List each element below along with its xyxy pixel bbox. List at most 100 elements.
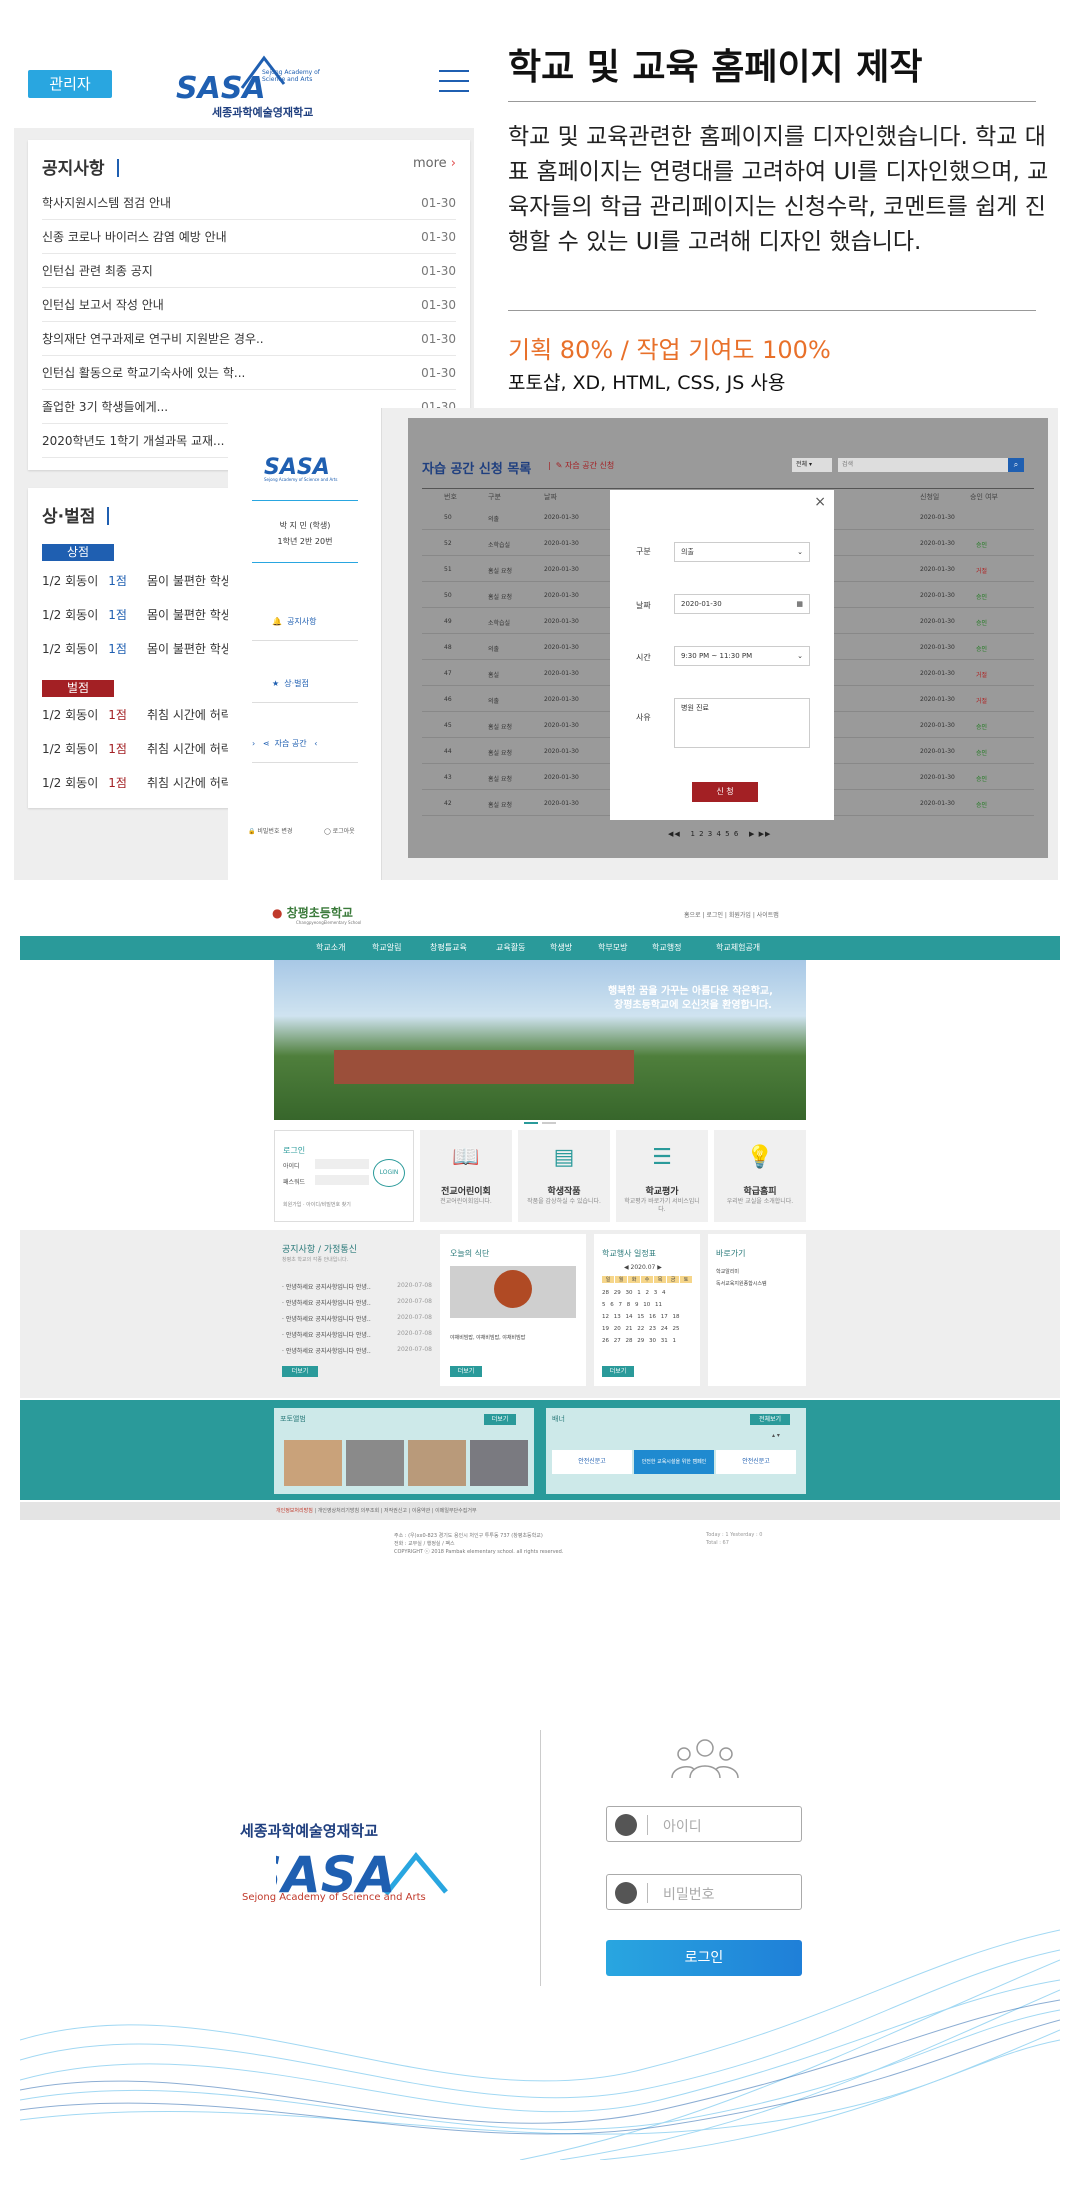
sidebar-item-notice[interactable]: 🔔 공지사항 <box>272 616 317 627</box>
gnb-item[interactable]: 학교행정 <box>652 942 681 953</box>
notice-more-link[interactable]: more › <box>413 156 456 171</box>
apply-study-room-link[interactable]: | ✎ 자습 공간 신청 <box>548 460 614 471</box>
search-input[interactable]: 검색 <box>838 458 1008 472</box>
site-notice-row[interactable]: · 안녕하세요 공지사항입니다 안녕.. 2020-07-08 <box>282 1314 432 1323</box>
shortcut-card: 바로가기 학교알리미 독서교육지원종합시스템 <box>708 1234 806 1386</box>
notice-row[interactable]: 창의재단 연구과제로 연구비 지원받은 경우.. 01-30 <box>42 322 456 356</box>
banner-item[interactable]: 안전신문고 <box>716 1450 796 1474</box>
photo-thumbnail[interactable] <box>470 1440 528 1486</box>
banner-arrows-icon[interactable]: ▴ ▾ <box>772 1432 780 1439</box>
banner-item[interactable]: 안전신문고 <box>552 1450 632 1474</box>
login-button[interactable]: LOGIN <box>373 1159 405 1187</box>
cell-no: 42 <box>444 800 452 807</box>
site-notice-row[interactable]: · 안녕하세요 공지사항입니다 안녕.. 2020-07-08 <box>282 1282 432 1291</box>
col-header-date: 날짜 <box>544 493 557 501</box>
photo-thumbnail[interactable] <box>346 1440 404 1486</box>
modal-reason-textarea[interactable]: 병원 진료 <box>674 698 810 748</box>
quick-menu-item[interactable]: ☰ 학교평가 학교평가 바로가기 서비스입니다. <box>616 1130 708 1222</box>
modal-time-select[interactable]: 9:30 PM ~ 11:30 PM ⌄ <box>674 646 810 666</box>
admin-button[interactable]: 관리자 <box>28 70 112 98</box>
calendar-week[interactable]: 12 13 14 15 16 17 18 <box>602 1314 694 1320</box>
photo-thumbnail[interactable] <box>408 1440 466 1486</box>
notice-row[interactable]: 학사지원시스템 점검 안내 01-30 <box>42 186 456 220</box>
modal-date-label: 날짜 <box>636 601 651 610</box>
point-row[interactable]: 1/2 회동이 1점 몸이 불편한 학생 <box>42 598 232 632</box>
meal-more-button[interactable]: 더보기 <box>450 1366 482 1377</box>
point-row[interactable]: 1/2 회동이 1점 몸이 불편한 학생 <box>42 632 232 666</box>
hamburger-menu-icon[interactable] <box>439 70 469 96</box>
photo-more-button[interactable]: 더보기 <box>484 1414 516 1425</box>
point-row[interactable]: 1/2 회동이 1점 취침 시간에 허락 <box>42 698 232 732</box>
shortcut-item[interactable]: 독서교육지원종합시스템 <box>716 1280 767 1287</box>
sasa-logo-en-2: Science and Arts <box>262 76 312 83</box>
quick-menu-item[interactable]: 💡 학급홈피 우리반 교실을 소개합니다. <box>714 1130 806 1222</box>
shortcut-item[interactable]: 학교알리미 <box>716 1268 739 1275</box>
notice-row[interactable]: 인턴십 활동으로 학교기숙사에 있는 학... 01-30 <box>42 356 456 390</box>
footer-links[interactable]: 개인정보처리방침 | 개인영상처리기방침 의무조회 | 저작권신고 | 이용약관… <box>276 1507 477 1514</box>
quick-menu-item[interactable]: 📖 전교어린이회 전교어린이회입니다. <box>420 1130 512 1222</box>
school-logo[interactable]: ● 창평초등학교 <box>272 904 353 921</box>
cell-status: 거절 <box>976 698 988 705</box>
point-period: 1/2 회동이 <box>42 608 99 622</box>
share-icon: ⋖ <box>262 739 270 748</box>
filter-select[interactable]: 전체 ▾ <box>792 458 832 472</box>
login-id-input[interactable] <box>315 1159 369 1169</box>
site-notice-row[interactable]: · 안녕하세요 공지사항입니다 안녕.. 2020-07-08 <box>282 1330 432 1339</box>
cell-applied: 2020-01-30 <box>920 722 955 729</box>
login-pw-input[interactable] <box>315 1175 369 1185</box>
point-score: 1점 <box>108 608 127 622</box>
point-row[interactable]: 1/2 회동이 1점 몸이 불편한 학생 <box>42 564 232 598</box>
site-notice-row[interactable]: · 안녕하세요 공지사항입니다 안녕.. 2020-07-08 <box>282 1298 432 1307</box>
gnb-item[interactable]: 학교체험공개 <box>716 942 760 953</box>
calendar-week[interactable]: 26 27 28 29 30 31 1 <box>602 1338 694 1344</box>
login-submit-button[interactable]: 로그인 <box>606 1940 802 1976</box>
notice-row[interactable]: 신종 코로나 바이러스 감염 예방 안내 01-30 <box>42 220 456 254</box>
gnb-item[interactable]: 창평틀교육 <box>430 942 467 953</box>
logout-link[interactable]: ◯ 로그아웃 <box>324 826 355 835</box>
calendar-week[interactable]: 5 6 7 8 9 10 11 <box>602 1302 694 1308</box>
calendar-weekday: 금 <box>667 1276 679 1283</box>
login-links[interactable]: 회원가입 · 아이디/비밀번호 찾기 <box>283 1201 351 1208</box>
login-school-name-en: Sejong Academy of Science and Arts <box>242 1892 426 1903</box>
calendar-week[interactable]: 28 29 30 1 2 3 4 <box>602 1290 694 1296</box>
login-id-field[interactable]: 아이디 <box>606 1806 802 1842</box>
site-notice-row[interactable]: · 안녕하세요 공지사항입니다 안녕.. 2020-07-08 <box>282 1346 432 1355</box>
sidebar-item-study-room[interactable]: › ⋖ 자습 공간 ‹ <box>252 738 317 749</box>
visit-total: Total : 67 <box>706 1540 729 1546</box>
point-score: 1점 <box>108 642 127 656</box>
login-password-field[interactable]: 비밀번호 <box>606 1874 802 1910</box>
gnb-item[interactable]: 학부모방 <box>598 942 627 953</box>
quick-menu-item[interactable]: ▤ 학생작품 작품을 감상하실 수 있습니다. <box>518 1130 610 1222</box>
slider-indicator[interactable] <box>542 1122 556 1124</box>
notice-row[interactable]: 인턴십 관련 최종 공지 01-30 <box>42 254 456 288</box>
sidebar-logo-sub: Sejong Academy of Science and Arts <box>264 477 338 482</box>
gnb-item[interactable]: 학교소개 <box>316 942 345 953</box>
modal-date-field[interactable]: 2020-01-30 ▦ <box>674 594 810 614</box>
close-icon[interactable]: × <box>814 494 826 510</box>
photo-thumbnail[interactable] <box>284 1440 342 1486</box>
footer-address: 주소 : (우)xx0-823 경기도 용인시 처인구 투투동 737 (창평초… <box>394 1533 543 1539</box>
change-password-link[interactable]: 🔒 비밀번호 변경 <box>248 826 292 835</box>
pagination[interactable]: ◀◀ 1 2 3 4 5 6 ▶ ▶▶ <box>668 830 771 838</box>
notice-more-button[interactable]: 더보기 <box>282 1366 318 1377</box>
sidebar-item-points[interactable]: ★ 상·벌점 <box>272 678 309 689</box>
top-links[interactable]: 홈으로 | 로그인 | 회원가입 | 사이트맵 <box>684 910 779 919</box>
modal-submit-button[interactable]: 신 청 <box>692 782 758 802</box>
slider-indicator-active[interactable] <box>524 1122 538 1124</box>
search-icon[interactable]: ⌕ <box>1008 458 1024 472</box>
point-row[interactable]: 1/2 회동이 1점 취침 시간에 허락 <box>42 766 232 800</box>
banner-item[interactable]: 안전한 교육시설을 위한 캠페인 <box>634 1450 714 1474</box>
cell-date: 2020-01-30 <box>544 696 579 703</box>
point-row[interactable]: 1/2 회동이 1점 취침 시간에 허락 <box>42 732 232 766</box>
calendar-month[interactable]: ◀ 2020.07 ▶ <box>624 1264 662 1271</box>
gnb-item[interactable]: 교육활동 <box>496 942 525 953</box>
gnb-item[interactable]: 학생방 <box>550 942 572 953</box>
calendar-week[interactable]: 19 20 21 22 23 24 25 <box>602 1326 694 1332</box>
notice-row[interactable]: 인턴십 보고서 작성 안내 01-30 <box>42 288 456 322</box>
school-emblem-icon: ● <box>272 906 283 920</box>
gnb-item[interactable]: 학교알림 <box>372 942 401 953</box>
modal-type-select[interactable]: 의출 ⌄ <box>674 542 810 562</box>
banner-all-button[interactable]: 전체보기 <box>750 1414 790 1425</box>
notice-row-title: 학사지원시스템 점검 안내 <box>42 196 172 210</box>
calendar-more-button[interactable]: 더보기 <box>602 1366 634 1377</box>
